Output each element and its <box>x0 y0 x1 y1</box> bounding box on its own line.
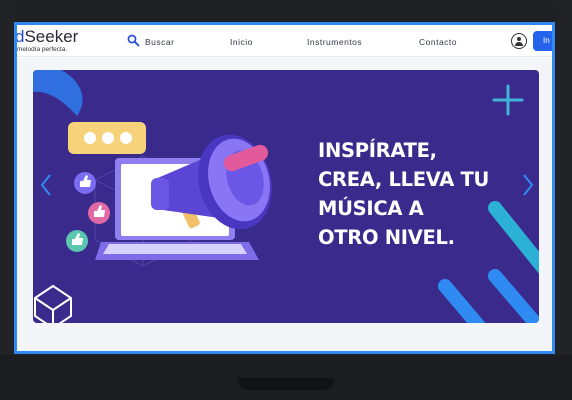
chevron-left-icon[interactable] <box>39 173 53 197</box>
headline-line: CREA, LLEVA TU <box>318 168 490 191</box>
nav-item-instrumentos[interactable]: Instrumentos <box>307 37 362 47</box>
user-icon[interactable] <box>511 33 527 49</box>
browser-screen: dSeeker melodía perfecta. Buscar Inicio … <box>14 22 555 354</box>
navbar: dSeeker melodía perfecta. Buscar Inicio … <box>17 25 552 57</box>
nav-item-contacto[interactable]: Contacto <box>419 37 457 47</box>
search-icon[interactable] <box>127 34 140 47</box>
heart-icon <box>88 202 110 224</box>
cube-icon <box>34 284 72 323</box>
brand-tagline: melodía perfecta. <box>17 46 68 53</box>
plus-icon <box>492 84 524 116</box>
headline-line: OTRO NIVEL. <box>318 226 455 249</box>
hero-banner: INSPÍRATE, CREA, LLEVA TU MÚSICA A OTRO … <box>33 70 539 323</box>
swoosh-shape <box>33 70 83 116</box>
laptop-frame: dSeeker melodía perfecta. Buscar Inicio … <box>0 0 572 400</box>
brand-logo[interactable]: dSeeker <box>17 27 78 47</box>
chat-bubble-icon <box>68 122 146 154</box>
laptop-bezel <box>10 0 562 22</box>
content-divider <box>17 351 552 354</box>
chevron-right-icon[interactable] <box>521 173 535 197</box>
nav-search-link[interactable]: Buscar <box>145 37 174 47</box>
nav-item-inicio[interactable]: Inicio <box>230 37 253 47</box>
laptop-notch <box>238 378 334 390</box>
thumbs-up-icon <box>74 172 96 194</box>
login-button[interactable]: In <box>533 31 552 51</box>
headline-line: MÚSICA A <box>318 197 424 220</box>
thumbs-up-icon <box>66 230 88 252</box>
hero-headline: INSPÍRATE, CREA, LLEVA TU MÚSICA A OTRO … <box>318 136 518 252</box>
headline-line: INSPÍRATE, <box>318 139 437 162</box>
